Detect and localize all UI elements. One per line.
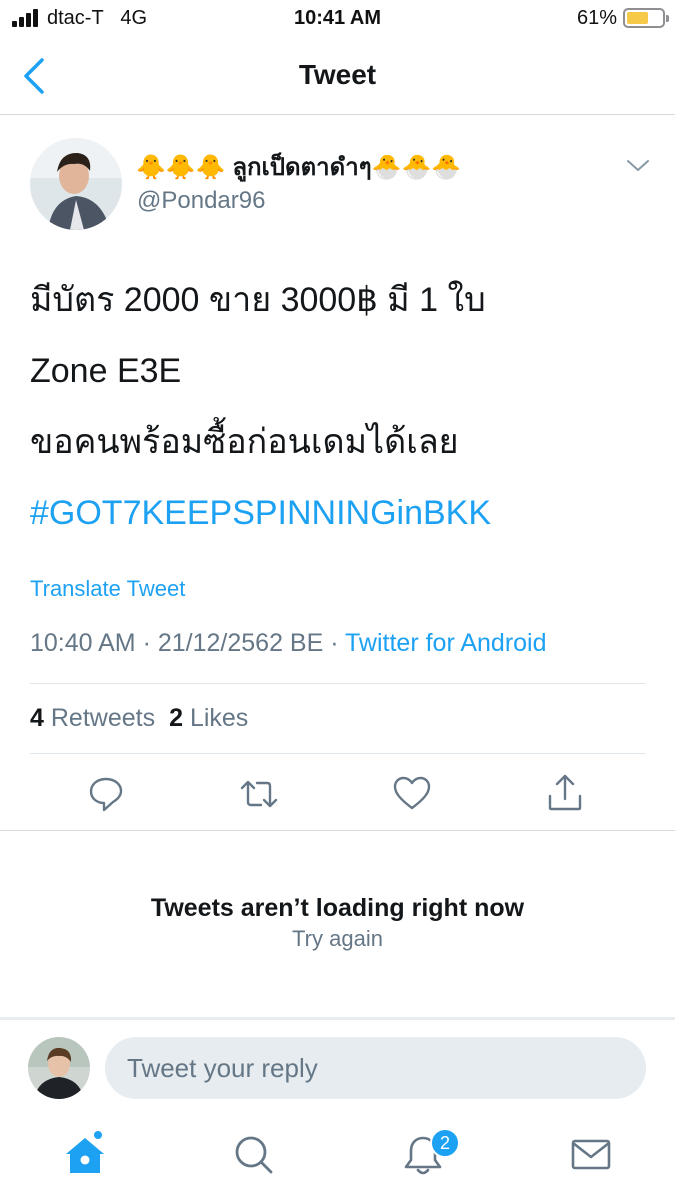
retweet-button[interactable] (239, 772, 279, 816)
navigation-bar: Tweet (0, 40, 675, 115)
tweet-timestamp: 10:40 AM · 21/12/2562 BE · (30, 629, 346, 657)
tab-home[interactable] (61, 1131, 109, 1179)
author-handle[interactable]: @Pondar96 (137, 187, 265, 215)
tweet-metadata: 10:40 AM · 21/12/2562 BE · Twitter for A… (30, 629, 547, 658)
retweets-label: Retweets (50, 704, 156, 732)
user-avatar[interactable] (28, 1037, 90, 1099)
like-button[interactable] (392, 772, 432, 816)
try-again-button[interactable]: Try again (0, 926, 675, 952)
tweet-text-line: ขอคนพร้อมซื้อก่อนเดมได้เลย (30, 423, 459, 461)
home-icon (66, 1131, 104, 1173)
tweet-stats: 4 Retweets 2 Likes (30, 704, 248, 733)
divider (30, 753, 646, 754)
divider (0, 830, 675, 831)
search-icon (235, 1136, 273, 1174)
replies-error-message: Tweets aren’t loading right now (150, 894, 525, 922)
tab-messages[interactable] (567, 1131, 615, 1179)
hashtag-link[interactable]: #GOT7KEEPSPINNINGinBKK (30, 478, 650, 549)
tweet-options-button[interactable] (625, 157, 651, 175)
status-time: 10:41 AM (293, 7, 382, 29)
likes-stat[interactable]: 2 Likes (169, 704, 248, 732)
chevron-down-icon (627, 160, 649, 171)
retweets-stat[interactable]: 4 Retweets (30, 704, 155, 732)
tweet-actions (0, 772, 675, 818)
share-button[interactable] (545, 772, 585, 816)
tab-search[interactable] (230, 1131, 278, 1179)
divider (30, 683, 646, 684)
battery-fill (627, 12, 648, 24)
share-icon (548, 774, 582, 811)
tweet-source-link[interactable]: Twitter for Android (345, 629, 546, 657)
tweet-text-line: Zone E3E (30, 352, 182, 390)
page-title: Tweet (298, 59, 377, 90)
messages-icon (571, 1139, 611, 1170)
likes-count: 2 (169, 704, 183, 732)
translate-tweet-link[interactable]: Translate Tweet (30, 576, 185, 602)
author-display-name[interactable]: 🐥🐥🐥 ลูกเป็ดตาดำๆ🐣🐣🐣 (136, 147, 461, 186)
tweet-text: มีบัตร 2000 ขาย 3000฿ มี 1 ใบ Zone E3E ข… (30, 265, 650, 549)
reply-input[interactable] (105, 1037, 646, 1099)
retweets-count: 4 (30, 704, 44, 732)
likes-label: Likes (189, 704, 249, 732)
battery-percent: 61% (576, 7, 617, 29)
reply-icon (89, 777, 123, 812)
battery-icon (623, 8, 669, 28)
tab-bar (0, 1117, 675, 1200)
reply-bar (0, 1017, 675, 1117)
retweet-icon (240, 780, 278, 808)
reply-button[interactable] (86, 772, 126, 816)
like-icon (393, 776, 431, 810)
tweet-text-line: มีบัตร 2000 ขาย 3000฿ มี 1 ใบ (30, 281, 486, 319)
author-avatar[interactable] (30, 138, 122, 230)
status-bar: dtac-T 4G 10:41 AM 61% (0, 0, 675, 40)
notifications-badge: 2 (430, 1128, 460, 1158)
